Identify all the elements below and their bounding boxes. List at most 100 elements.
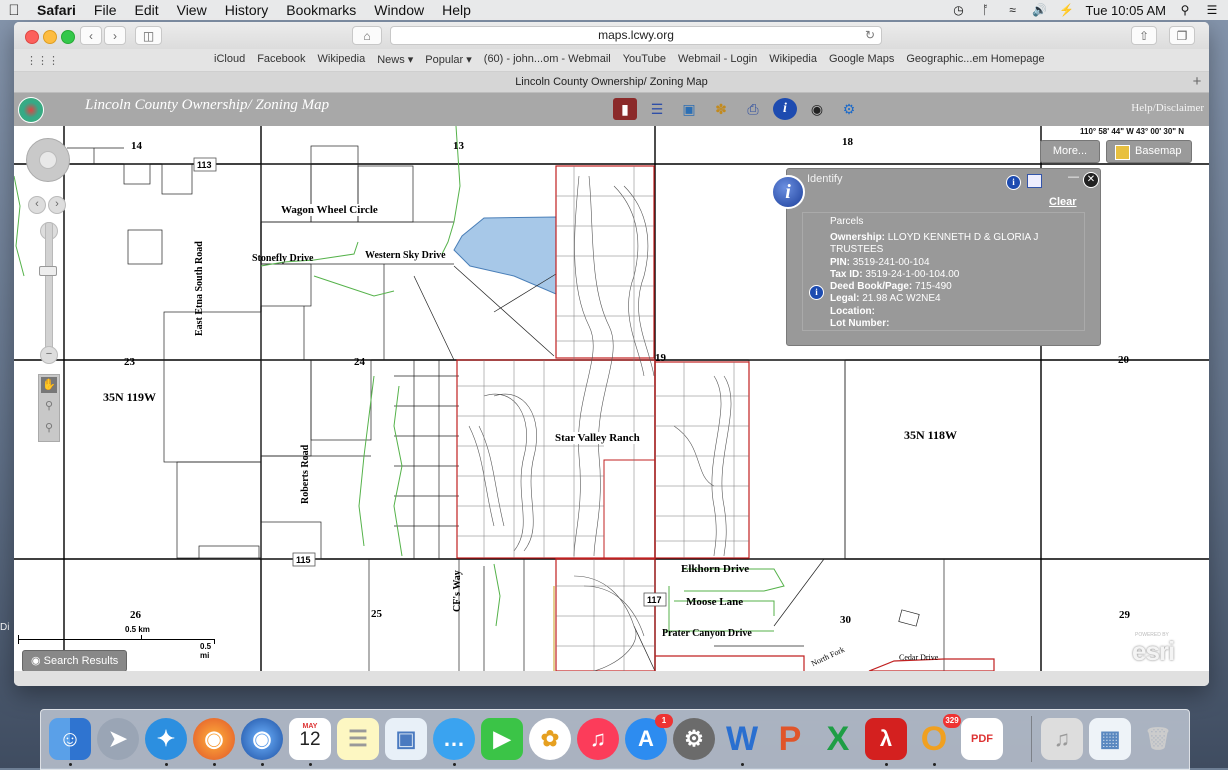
menu-window[interactable]: Window [365,2,433,18]
wifi-icon[interactable]: ≈ [1005,3,1021,17]
tab-current[interactable]: Lincoln County Ownership/ Zoning Map [515,76,708,88]
menu-app-name[interactable]: Safari [28,2,85,18]
bookmark-google-maps[interactable]: Google Maps [829,53,894,66]
home-icon[interactable]: ⌂ [352,26,382,45]
apple-menu-icon[interactable]:  [0,2,28,19]
pan-hand-icon[interactable]: ✋ [41,377,57,393]
menu-edit[interactable]: Edit [125,2,167,18]
zoom-out-box-icon[interactable]: ⚲ [41,421,57,437]
info-icon[interactable]: i [773,98,797,120]
bookmark-wikipedia[interactable]: Wikipedia [318,53,366,66]
bookmark-news[interactable]: News ▾ [377,53,413,66]
menu-file[interactable]: File [85,2,126,18]
section-label: 14 [131,140,142,152]
system-preferences-icon[interactable]: ⚙ [673,718,715,760]
menu-help[interactable]: Help [433,2,480,18]
calendar-icon[interactable]: MAY 12 [289,718,331,760]
zoom-out-icon[interactable]: − [40,346,58,364]
pan-dial[interactable] [26,138,70,182]
new-tab-icon[interactable]: + [1189,72,1205,92]
sidebar-icon[interactable]: ◫ [135,26,162,45]
basemap-button[interactable]: Basemap [1106,140,1192,163]
menu-history[interactable]: History [216,2,278,18]
notes-icon[interactable]: ☰ [337,718,379,760]
google-earth-icon[interactable]: ◉ [241,718,283,760]
book-icon[interactable]: ▮ [613,98,637,120]
more-button[interactable]: More... [1040,140,1100,163]
tabs-overview-icon[interactable]: ❐ [1169,26,1195,45]
notification-center-icon[interactable]: ☰ [1204,3,1220,17]
identify-close-icon[interactable]: ✕ [1083,172,1099,188]
county-seal-icon [18,97,44,123]
bookmark-icloud[interactable]: iCloud [214,53,245,66]
bookmark-webmail-login[interactable]: Webmail - Login [678,53,757,66]
help-disclaimer-link[interactable]: Help/Disclaimer [1131,102,1204,114]
facetime-icon[interactable]: ▶ [481,718,523,760]
bookmark-webmail[interactable]: (60) - john...om - Webmail [484,53,611,66]
itunes-icon[interactable]: ♫ [577,718,619,760]
bookmark-youtube[interactable]: YouTube [623,53,666,66]
road-label: East Etna South Road [194,241,205,336]
photos-icon[interactable]: ✿ [529,718,571,760]
powerpoint-icon[interactable]: P [769,718,811,760]
excel-icon[interactable]: X [817,718,859,760]
section-label: 25 [371,608,382,620]
search-results-button[interactable]: ◉ Search Results [22,650,128,671]
window-minimize-button[interactable] [43,30,57,44]
binoculars-icon[interactable]: ◉ [805,98,829,120]
pdf-icon[interactable]: PDF [961,718,1003,760]
back-button[interactable]: ‹ [80,26,102,45]
finder-icon[interactable]: ☺ [49,718,91,760]
bookmark-geographic[interactable]: Geographic...em Homepage [906,53,1044,66]
identify-minimize-icon[interactable]: — [1068,171,1079,183]
bluetooth-icon[interactable]: ᚩ [978,3,994,17]
top-sites-grid-icon[interactable]: ⋮⋮⋮ [26,54,59,67]
time-machine-icon[interactable]: ◷ [951,3,967,17]
identify-info-icon: i [771,175,805,209]
identify-results-panel: i Parcels Ownership: LLOYD KENNETH D & G… [802,212,1085,331]
print-icon[interactable]: ⎙ [741,98,765,120]
share-icon[interactable]: ⇧ [1131,26,1157,45]
list-icon[interactable]: ☰ [645,98,669,120]
launchpad-icon[interactable]: ➤ [97,718,139,760]
next-extent-icon[interactable]: › [48,196,66,214]
address-bar[interactable]: maps.lcwy.org ↻ [390,26,882,45]
preview-icon[interactable]: ▣ [385,718,427,760]
zoom-in-box-icon[interactable]: ⚲ [41,399,57,415]
globe-icon[interactable] [39,151,57,169]
forward-button[interactable]: › [104,26,126,45]
field-pin: PIN: 3519-241-00-104 [830,256,930,268]
layers-icon[interactable]: ▣ [677,98,701,120]
office-icon[interactable]: O 329 [913,714,961,760]
identify-info-small-icon[interactable]: i [1006,175,1021,190]
safari-icon[interactable]: ✦ [145,718,187,760]
menu-bookmarks[interactable]: Bookmarks [277,2,365,18]
zoom-slider-thumb[interactable] [39,266,57,276]
word-icon[interactable]: W [721,718,763,760]
app-store-icon[interactable]: A1 [625,714,673,760]
identify-clear-link[interactable]: Clear [1049,196,1077,208]
window-zoom-button[interactable] [61,30,75,44]
music-folder-icon[interactable]: ♫ [1041,718,1083,760]
messages-icon[interactable]: … [433,718,475,760]
bookmark-popular[interactable]: Popular ▾ [425,53,472,66]
identify-table-icon[interactable] [1027,174,1042,188]
spotlight-icon[interactable]: ⚲ [1177,3,1193,17]
previous-extent-icon[interactable]: ‹ [28,196,46,214]
zoom-slider[interactable] [45,222,53,354]
firefox-icon[interactable]: ◉ [193,718,235,760]
acrobat-icon[interactable]: λ [865,718,907,760]
menu-view[interactable]: View [168,2,216,18]
bookmark-facebook[interactable]: Facebook [257,53,305,66]
battery-icon[interactable]: ⚡ [1059,3,1075,17]
robot-icon[interactable]: ⚙ [837,98,861,120]
downloads-folder-icon[interactable]: ▦ [1089,718,1131,760]
menu-clock[interactable]: Tue 10:05 AM [1086,3,1166,18]
reload-icon[interactable]: ↻ [865,27,875,44]
trash-icon[interactable]: 🗑 [1137,718,1179,760]
bookmark-wikipedia-2[interactable]: Wikipedia [769,53,817,66]
window-close-button[interactable] [25,30,39,44]
result-info-icon[interactable]: i [809,285,824,300]
volume-icon[interactable]: 🔊 [1032,3,1048,17]
palette-icon[interactable]: ✽ [709,98,733,120]
